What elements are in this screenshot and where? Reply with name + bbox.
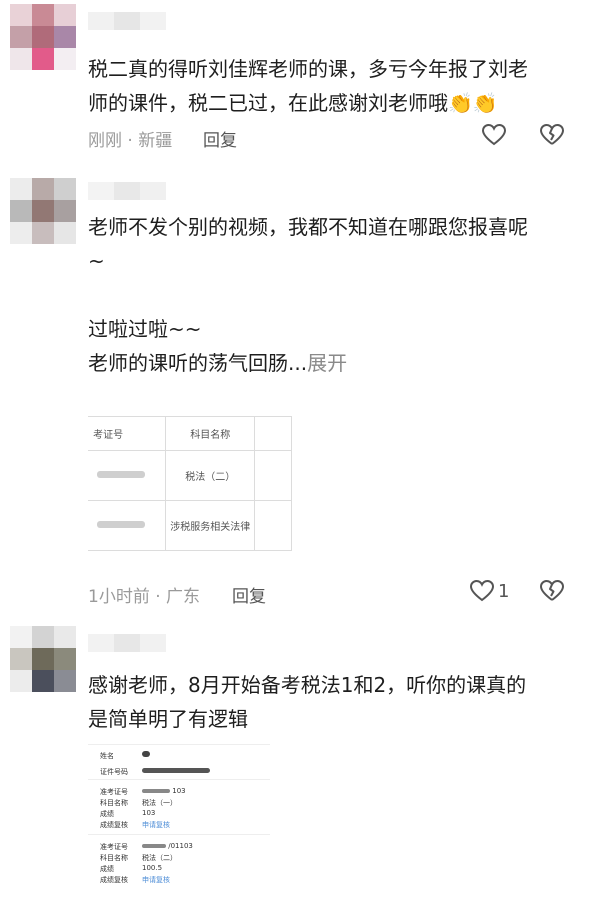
- comment-2: 老师不发个别的视频，我都不知道在哪跟您报喜呢 ~ 过啦过啦~~ 老师的课听的荡气…: [0, 170, 589, 610]
- comment-3: 感谢老师，8月开始备考税法1和2，听你的课真的 是简单明了有逻辑 姓名 证件号码…: [0, 620, 589, 904]
- like-count: 1: [498, 580, 510, 602]
- request-review-link[interactable]: 申请复核: [142, 820, 170, 830]
- like-button[interactable]: [482, 124, 506, 146]
- comment-text: 感谢老师，8月开始备考税法1和2，听你的课真的 是简单明了有逻辑: [88, 673, 527, 731]
- id-label: 证件号码: [100, 768, 128, 776]
- comment-1: 税二真的得听刘佳辉老师的课，多亏今年报了刘老 师的课件，税二已过，在此感谢刘老师…: [0, 0, 589, 160]
- broken-heart-icon: [540, 124, 564, 145]
- broken-heart-icon: [540, 580, 564, 601]
- reply-button[interactable]: 回复: [232, 582, 266, 607]
- exam-table: 考证号 科目名称 税法（二） 涉税服务相关法律: [88, 416, 292, 551]
- username-blurred[interactable]: [88, 12, 166, 30]
- comment-time-location: 刚刚 · 新疆: [88, 131, 173, 151]
- score-screenshot[interactable]: 姓名 证件号码 准考证号 103 科目名称 税法（一） 成绩 103 成绩复核 申请复…: [88, 744, 270, 904]
- score-value: 100.5: [142, 864, 163, 872]
- heart-outline-icon: [482, 124, 506, 146]
- attached-screenshot[interactable]: 考证号 科目名称 税法（二） 涉税服务相关法律: [88, 416, 332, 554]
- avatar[interactable]: [10, 626, 78, 694]
- expand-link[interactable]: 展开: [307, 351, 347, 375]
- table-cell-subject: 税法（二）: [165, 450, 256, 501]
- comment-text: 老师不发个别的视频，我都不知道在哪跟您报喜呢 ~ 过啦过啦~~ 老师的课听的荡气…: [88, 215, 528, 375]
- dislike-button[interactable]: [540, 124, 564, 150]
- avatar[interactable]: [10, 178, 78, 246]
- heart-outline-icon: [470, 580, 494, 602]
- comment-text: 税二真的得听刘佳辉老师的课，多亏今年报了刘老 师的课件，税二已过，在此感谢刘老师…: [88, 57, 528, 115]
- col-header-subject: 科目名称: [165, 416, 256, 451]
- dislike-button[interactable]: [540, 580, 564, 606]
- comment-time-location: 1小时前 · 广东: [88, 587, 201, 607]
- username-blurred[interactable]: [88, 182, 166, 200]
- score-value: 103: [142, 809, 156, 817]
- avatar[interactable]: [10, 4, 78, 72]
- name-label: 姓名: [100, 752, 114, 760]
- username-blurred[interactable]: [88, 634, 166, 652]
- request-review-link[interactable]: 申请复核: [142, 875, 170, 885]
- table-cell-subject: 涉税服务相关法律: [165, 500, 256, 551]
- reply-button[interactable]: 回复: [203, 126, 237, 151]
- like-button[interactable]: 1: [470, 580, 509, 602]
- col-header-id: 考证号: [88, 416, 167, 451]
